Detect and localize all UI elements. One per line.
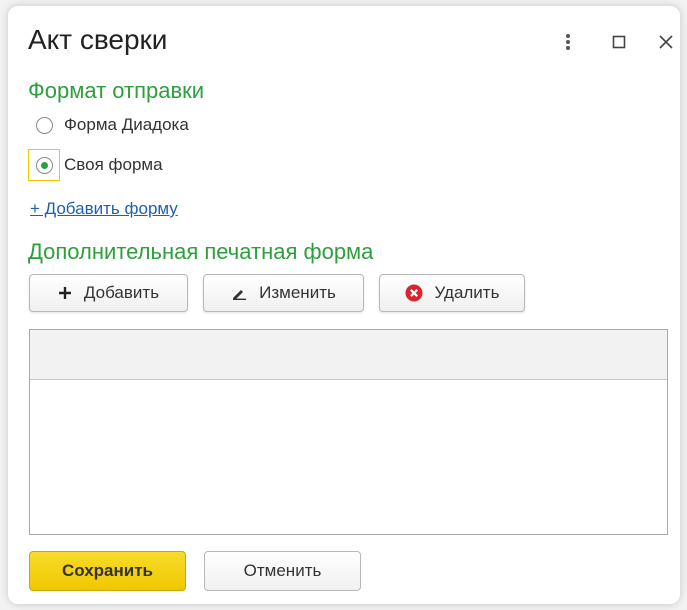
radio-option-diadoc[interactable]: Форма Диадока xyxy=(28,109,189,141)
add-form-link[interactable]: + Добавить форму xyxy=(30,199,178,219)
table-header xyxy=(30,330,667,380)
delete-button[interactable]: Удалить xyxy=(379,274,525,312)
radio-button-own-form[interactable] xyxy=(28,149,60,181)
dialog-window: Акт сверки Формат отправки Форма Диадока… xyxy=(8,6,680,604)
radio-label-diadoc: Форма Диадока xyxy=(64,115,189,134)
radio-option-own-form[interactable]: Своя форма xyxy=(28,149,163,181)
edit-button[interactable]: Изменить xyxy=(203,274,364,312)
close-icon[interactable] xyxy=(654,30,678,54)
edit-button-label: Изменить xyxy=(259,283,336,302)
maximize-icon[interactable] xyxy=(607,30,631,54)
radio-label-own-form: Своя форма xyxy=(64,155,163,174)
add-button-label: Добавить xyxy=(83,283,160,302)
delete-x-icon xyxy=(405,284,423,302)
send-format-label: Формат отправки xyxy=(28,78,205,103)
delete-button-label: Удалить xyxy=(434,283,500,302)
radio-button-diadoc[interactable] xyxy=(28,109,60,141)
add-button[interactable]: Добавить xyxy=(29,274,188,312)
pencil-icon xyxy=(231,286,247,300)
extra-print-form-label: Дополнительная печатная форма xyxy=(28,239,374,264)
print-forms-table[interactable] xyxy=(29,329,668,535)
cancel-button[interactable]: Отменить xyxy=(204,551,361,591)
dialog-title: Акт сверки xyxy=(28,24,168,55)
more-menu-icon[interactable] xyxy=(556,30,580,54)
plus-icon xyxy=(58,286,72,300)
save-button[interactable]: Сохранить xyxy=(29,551,186,591)
